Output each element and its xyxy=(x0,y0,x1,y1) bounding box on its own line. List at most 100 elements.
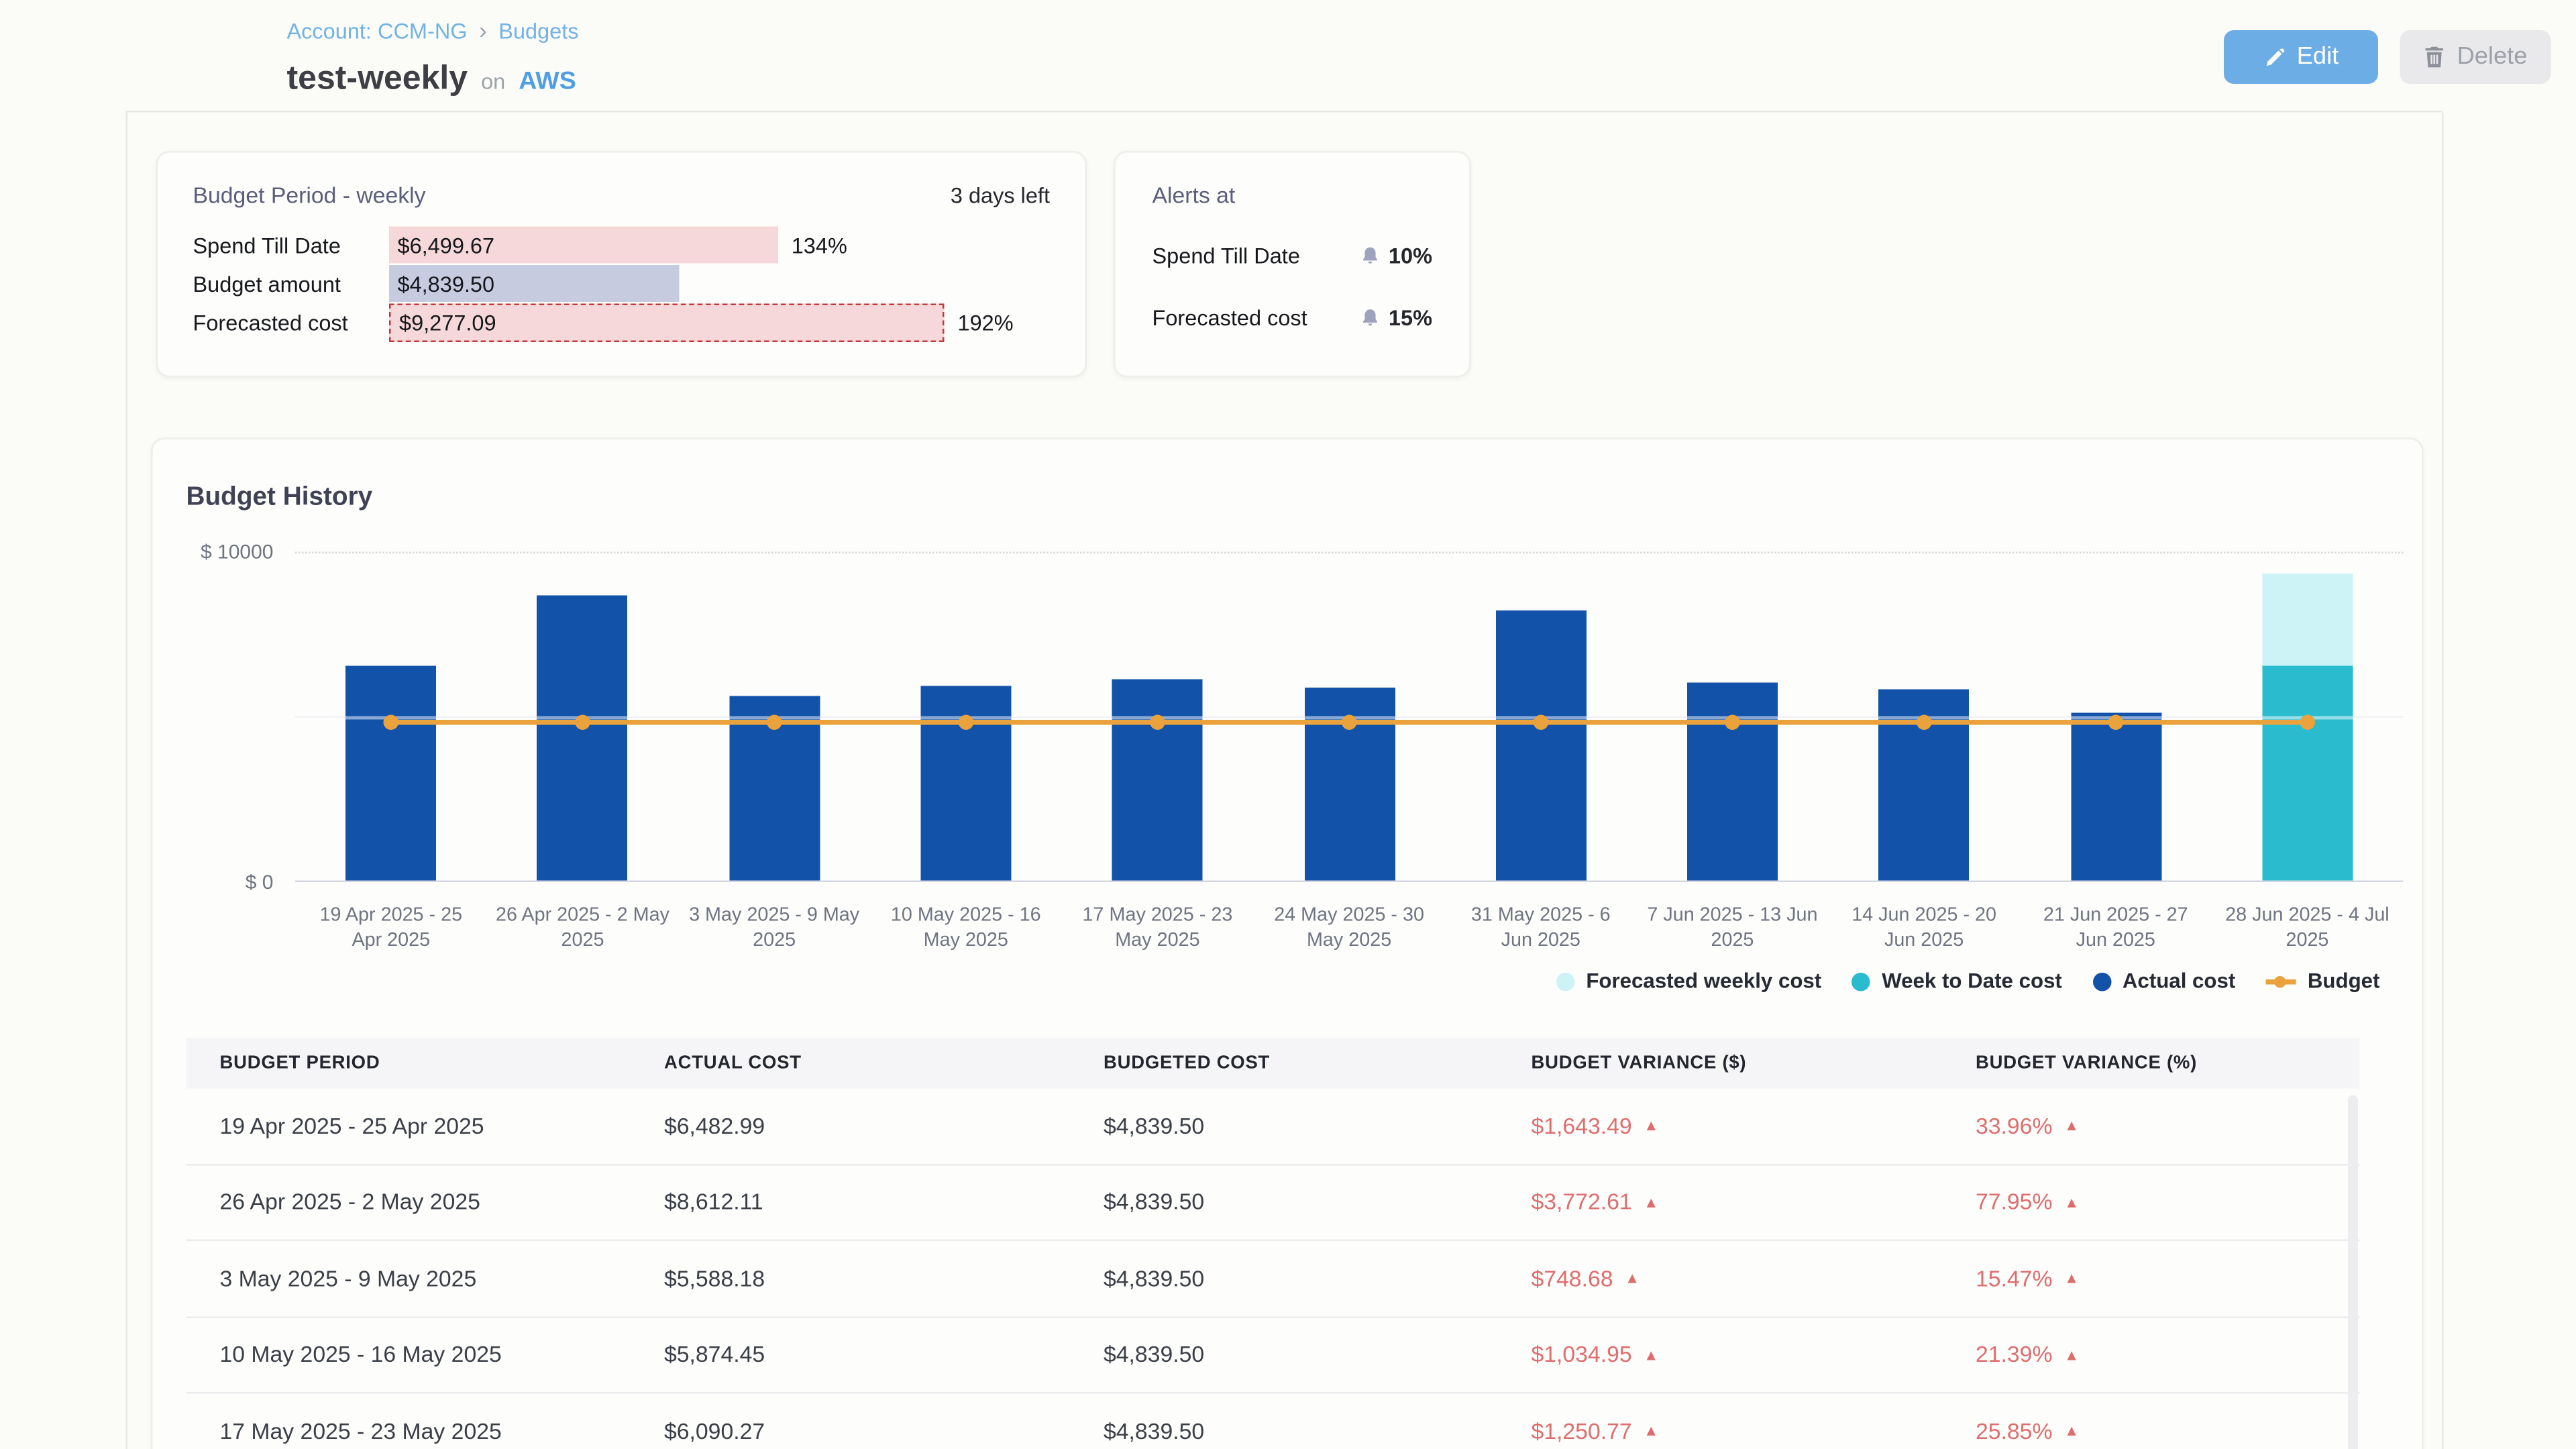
cell-variance-pct: 21.39%▲ xyxy=(1942,1318,2360,1392)
legend-circle-marker xyxy=(1851,972,1870,991)
x-axis-label-text: 10 May 2025 - 16 May 2025 xyxy=(879,904,1053,953)
alert-threshold: 15% xyxy=(1360,305,1432,330)
delete-button-label: Delete xyxy=(2457,44,2528,70)
legend-label: Actual cost xyxy=(2123,969,2235,993)
budget-period-title: Budget Period - weekly xyxy=(193,183,426,209)
table-body: 19 Apr 2025 - 25 Apr 2025$6,482.99$4,839… xyxy=(186,1089,2360,1449)
breadcrumb: Account: CCM-NG › Budgets xyxy=(287,17,579,44)
cell-actual-cost: $5,874.45 xyxy=(631,1318,1070,1392)
column-header-budget-variance-: BUDGET VARIANCE (%) xyxy=(1942,1038,2360,1089)
alert-threshold: 10% xyxy=(1360,242,1432,268)
pencil-icon xyxy=(2263,46,2286,68)
breadcrumb-budgets-link[interactable]: Budgets xyxy=(498,17,578,43)
page-title: test-weekly xyxy=(287,60,468,99)
cell-variance-pct: 33.96%▲ xyxy=(1942,1089,2360,1163)
variance-up-icon: ▲ xyxy=(1644,1193,1658,1210)
table-row: 17 May 2025 - 23 May 2025$6,090.27$4,839… xyxy=(186,1394,2360,1449)
cell-variance-pct: 15.47%▲ xyxy=(1942,1241,2360,1316)
cell-budgeted-cost: $4,839.50 xyxy=(1070,1394,1498,1449)
x-axis-label: 24 May 2025 - 30 May 2025 xyxy=(1253,904,1445,953)
variance-up-icon: ▲ xyxy=(2064,1423,2079,1440)
alerts-card: Alerts at Spend Till Date10%Forecasted c… xyxy=(1114,151,1471,378)
budget-row-percent: 192% xyxy=(958,309,1014,335)
legend-line-marker xyxy=(2265,972,2296,991)
legend-item-week-to-date-cost[interactable]: Week to Date cost xyxy=(1851,969,2062,993)
edit-button[interactable]: Edit xyxy=(2224,30,2378,84)
x-axis-label: 17 May 2025 - 23 May 2025 xyxy=(1062,904,1254,953)
page-header: Account: CCM-NG › Budgets test-weekly on… xyxy=(126,0,2443,113)
x-axis-label: 28 Jun 2025 - 4 Jul 2025 xyxy=(2212,904,2404,953)
cell-variance-usd: $748.68▲ xyxy=(1498,1241,1943,1316)
column-header-budget-period: BUDGET PERIOD xyxy=(186,1038,631,1089)
legend-item-budget[interactable]: Budget xyxy=(2265,969,2379,993)
chart-plot-area xyxy=(295,552,2404,883)
alert-row-label: Forecasted cost xyxy=(1152,305,1307,330)
column-header-actual-cost: ACTUAL COST xyxy=(631,1038,1070,1089)
alerts-rows: Spend Till Date10% Forecasted cost 15% xyxy=(1152,235,1433,337)
budget-row-bar-zone: $9,277.09192% xyxy=(389,303,1050,341)
budget-bar: $4,839.50 xyxy=(389,265,679,302)
variance-up-icon: ▲ xyxy=(1644,1118,1658,1134)
x-axis-label: 26 Apr 2025 - 2 May 2025 xyxy=(487,904,679,953)
cell-actual-cost: $8,612.11 xyxy=(631,1165,1070,1239)
trash-icon xyxy=(2424,46,2446,69)
legend-item-actual-cost[interactable]: Actual cost xyxy=(2092,969,2235,993)
y-axis-tick-zero: $ 0 xyxy=(153,871,274,894)
bell-icon xyxy=(1360,244,1380,266)
table-header-row: BUDGET PERIODACTUAL COSTBUDGETED COSTBUD… xyxy=(186,1038,2360,1089)
x-axis-label-text: 17 May 2025 - 23 May 2025 xyxy=(1070,904,1244,953)
chart-title: Budget History xyxy=(186,483,373,513)
x-axis-label-text: 7 Jun 2025 - 13 Jun 2025 xyxy=(1645,904,1819,953)
x-axis-label: 21 Jun 2025 - 27 Jun 2025 xyxy=(2020,904,2212,953)
table-scrollbar[interactable] xyxy=(2348,1095,2358,1449)
cell-budgeted-cost: $4,839.50 xyxy=(1070,1165,1498,1239)
legend-label: Week to Date cost xyxy=(1882,969,2062,993)
x-axis-label: 7 Jun 2025 - 13 Jun 2025 xyxy=(1637,904,1829,953)
cell-variance-pct: 25.85%▲ xyxy=(1942,1394,2360,1449)
budget-row-label: Forecasted cost xyxy=(193,309,390,335)
budget-detail-page: Account: CCM-NG › Budgets test-weekly on… xyxy=(0,0,2576,1449)
column-header-budget-variance-: BUDGET VARIANCE ($) xyxy=(1498,1038,1943,1089)
cell-budget-period: 3 May 2025 - 9 May 2025 xyxy=(186,1241,631,1316)
legend-circle-marker xyxy=(2092,972,2111,991)
variance-up-icon: ▲ xyxy=(2064,1270,2079,1287)
x-axis-label-text: 19 Apr 2025 - 25 Apr 2025 xyxy=(304,904,478,953)
column-header-budgeted-cost: BUDGETED COST xyxy=(1070,1038,1498,1089)
title-row: test-weekly on AWS xyxy=(287,60,576,99)
budget-row-label: Spend Till Date xyxy=(193,232,390,258)
legend-line-dot xyxy=(2275,975,2287,987)
cell-actual-cost: $6,482.99 xyxy=(631,1089,1070,1163)
variance-up-icon: ▲ xyxy=(2064,1118,2079,1134)
breadcrumb-account-link[interactable]: Account: CCM-NG xyxy=(287,17,468,43)
cell-budget-period: 19 Apr 2025 - 25 Apr 2025 xyxy=(186,1089,631,1163)
cell-variance-usd: $1,034.95▲ xyxy=(1498,1318,1943,1392)
variance-up-icon: ▲ xyxy=(2064,1193,2079,1210)
budget-period-row: Forecasted cost$9,277.09192% xyxy=(193,304,1051,341)
legend-item-forecasted-weekly-cost[interactable]: Forecasted weekly cost xyxy=(1556,969,1821,993)
budget-row-bar-zone: $4,839.50 xyxy=(389,264,1050,303)
y-axis-tick-max: $ 10000 xyxy=(153,540,274,564)
table-row: 3 May 2025 - 9 May 2025$5,588.18$4,839.5… xyxy=(186,1241,2360,1318)
panel-right-border xyxy=(2442,113,2444,1449)
cloud-provider-label: AWS xyxy=(519,67,576,96)
alert-row: Spend Till Date10% xyxy=(1152,235,1433,275)
budget-period-row: Budget amount$4,839.50 xyxy=(193,265,1051,302)
legend-circle-marker xyxy=(1556,972,1574,991)
x-axis-label: 14 Jun 2025 - 20 Jun 2025 xyxy=(1828,904,2020,953)
budget-period-rows: Spend Till Date$6,499.67134%Budget amoun… xyxy=(193,227,1051,341)
x-axis-label: 19 Apr 2025 - 25 Apr 2025 xyxy=(295,904,487,953)
delete-button[interactable]: Delete xyxy=(2400,30,2551,84)
x-axis-label-text: 26 Apr 2025 - 2 May 2025 xyxy=(495,904,669,953)
table-row: 26 Apr 2025 - 2 May 2025$8,612.11$4,839.… xyxy=(186,1165,2360,1241)
variance-up-icon: ▲ xyxy=(1644,1423,1658,1440)
on-label: on xyxy=(481,69,505,95)
x-axis-label: 3 May 2025 - 9 May 2025 xyxy=(678,904,870,953)
x-axis-label-text: 21 Jun 2025 - 27 Jun 2025 xyxy=(2029,904,2203,953)
x-axis-label-text: 14 Jun 2025 - 20 Jun 2025 xyxy=(1837,904,2011,953)
table-row: 10 May 2025 - 16 May 2025$5,874.45$4,839… xyxy=(186,1318,2360,1394)
x-axis-label-text: 28 Jun 2025 - 4 Jul 2025 xyxy=(2220,904,2394,953)
cell-budgeted-cost: $4,839.50 xyxy=(1070,1318,1498,1392)
budget-row-label: Budget amount xyxy=(193,271,390,297)
budget-period-row: Spend Till Date$6,499.67134% xyxy=(193,227,1051,264)
budget-row-value: $6,499.67 xyxy=(398,232,495,258)
